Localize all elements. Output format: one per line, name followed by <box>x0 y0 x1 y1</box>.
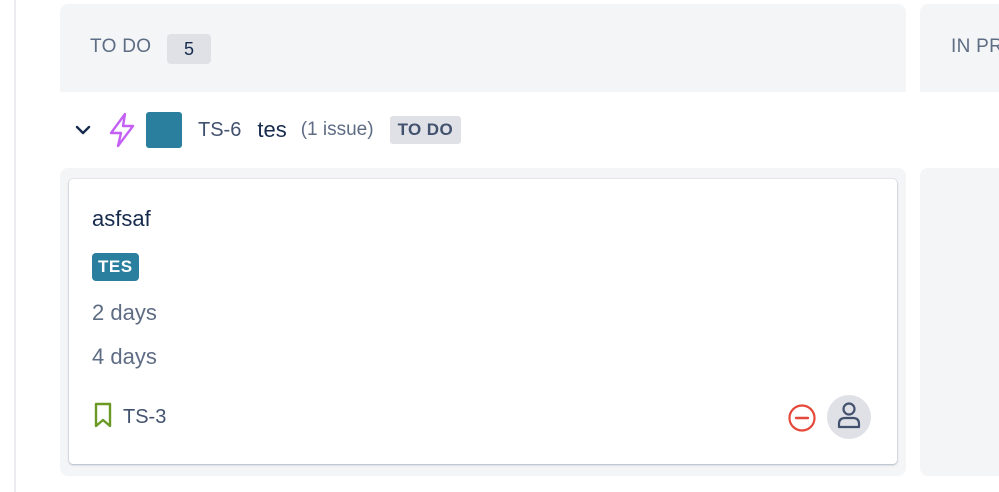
left-divider <box>14 0 16 492</box>
column-title-todo: TO DO <box>90 36 152 57</box>
lightning-icon <box>106 112 138 148</box>
column-title-in-progress: IN PR <box>951 36 999 57</box>
epic-key[interactable]: TS-6 <box>198 119 241 142</box>
board: TO DO 5 IN PR TS-6 tes (1 issue) TO DO a… <box>0 0 999 492</box>
epic-name[interactable]: tes <box>257 117 286 143</box>
bookmark-icon <box>93 402 113 433</box>
card-key[interactable]: TS-3 <box>123 406 166 429</box>
status-lozenge: TO DO <box>389 116 462 144</box>
chevron-down-icon[interactable] <box>68 115 98 145</box>
card-summary: asfsaf <box>92 206 151 231</box>
card-estimate: 2 days <box>92 300 157 325</box>
user-icon <box>836 401 862 434</box>
epic-label[interactable]: TES <box>92 253 139 281</box>
card-estimate: 4 days <box>92 344 157 369</box>
card-key-row: TS-3 <box>93 402 166 433</box>
epic-color-square <box>146 112 182 148</box>
minus-circle-icon <box>787 403 817 433</box>
assignee-avatar[interactable] <box>827 395 871 439</box>
issue-card[interactable]: asfsaf TES 2 days 4 days TS-3 <box>69 179 897 464</box>
column-issue-count-badge: 5 <box>167 34 211 64</box>
swimlane-header[interactable]: TS-6 tes (1 issue) TO DO <box>60 108 462 152</box>
swimlane-issue-count: (1 issue) <box>300 119 374 140</box>
column-body-in-progress <box>920 168 999 476</box>
